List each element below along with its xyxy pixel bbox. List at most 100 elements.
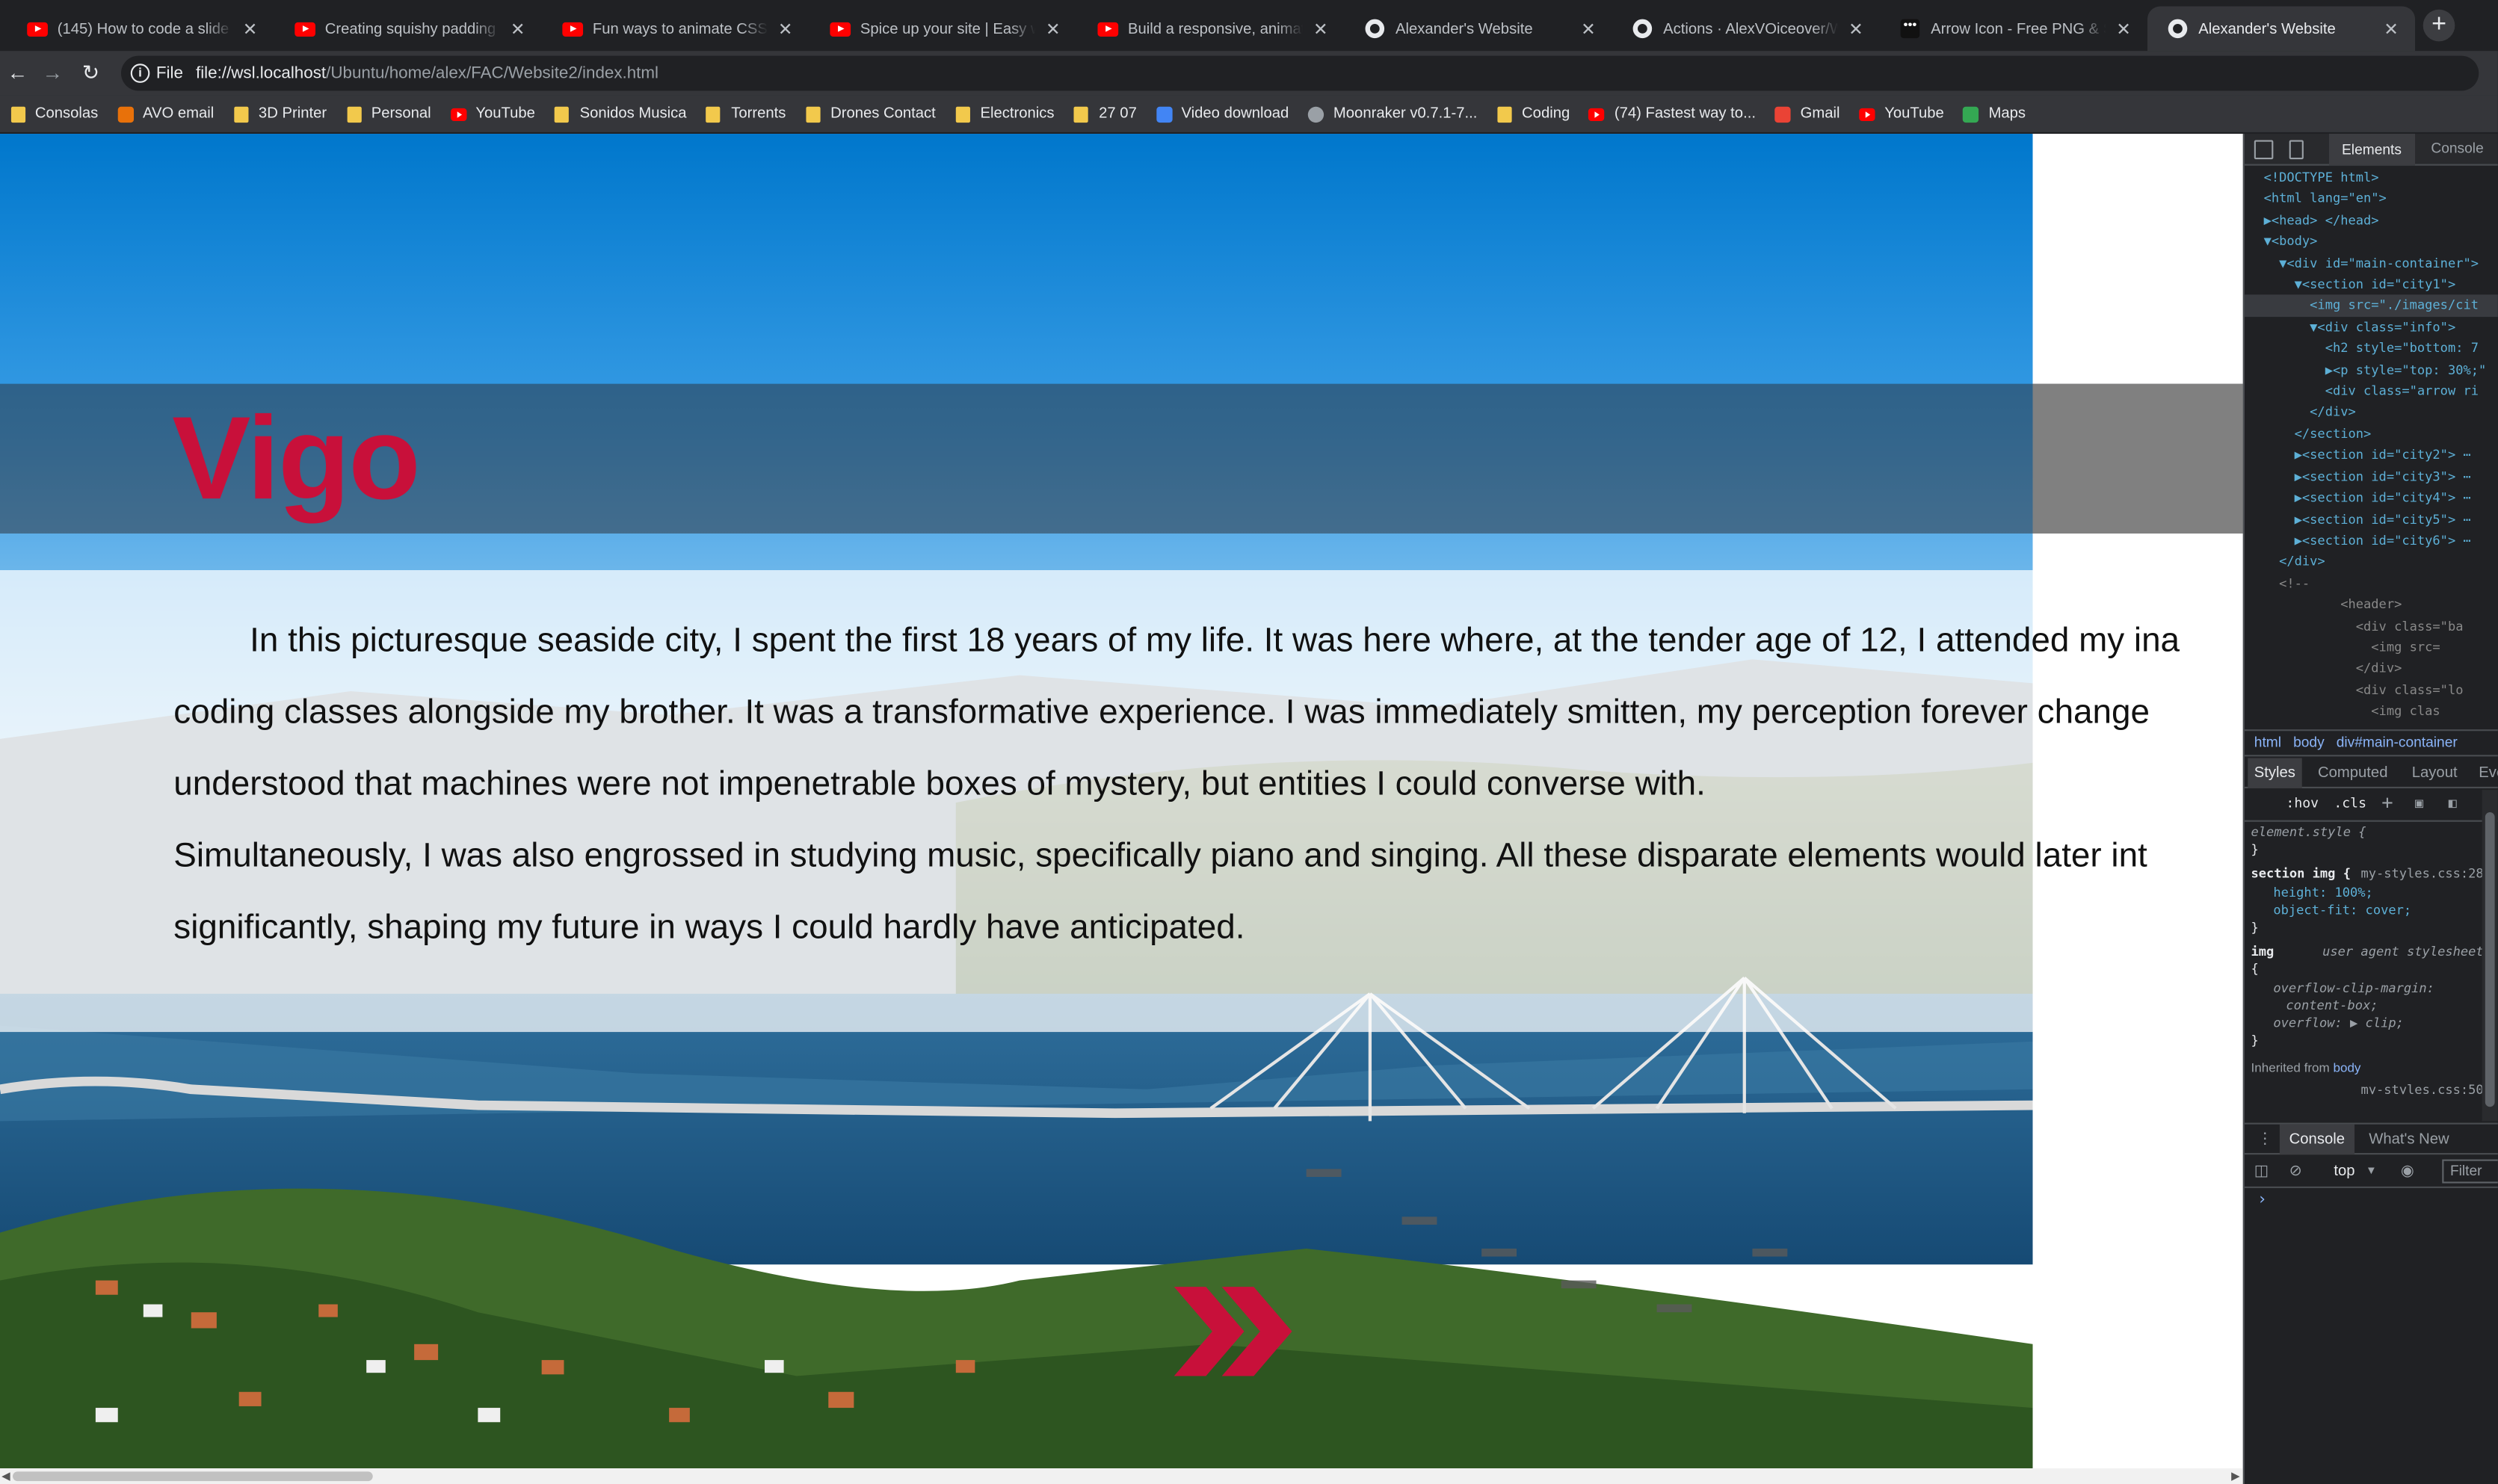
rule1-prop[interactable]: object-fit: cover;: [2273, 903, 2411, 917]
dom-node[interactable]: ▶<section id="city3"> ⋯: [2245, 466, 2498, 488]
bookmark-item[interactable]: Coding: [1496, 105, 1570, 123]
tab-elements[interactable]: Elements: [2328, 134, 2415, 166]
inspect-icon[interactable]: [2254, 140, 2274, 160]
bookmark-item[interactable]: Maps: [1963, 105, 2026, 123]
hov-toggle[interactable]: :hov: [2286, 797, 2319, 812]
bookmark-item[interactable]: Video download: [1156, 105, 1289, 123]
tab-computed[interactable]: Computed: [2318, 764, 2387, 782]
dom-node[interactable]: ▼<div class="info">: [2245, 317, 2498, 338]
reload-icon[interactable]: ↻: [76, 59, 105, 87]
bookmark-item[interactable]: YouTube: [450, 105, 535, 123]
tab-whats-new[interactable]: What's New: [2369, 1131, 2449, 1148]
address-bar[interactable]: i File file://wsl.localhost/Ubuntu/home/…: [120, 55, 2479, 91]
browser-tab[interactable]: Actions · AlexVOiceover/Websit ✕: [1612, 7, 1880, 52]
cls-toggle[interactable]: .cls: [2334, 797, 2366, 812]
close-tab-icon[interactable]: ✕: [507, 19, 529, 40]
eye-icon[interactable]: ◉: [2401, 1163, 2414, 1180]
scrollbar-thumb[interactable]: [13, 1471, 373, 1482]
rule1-source-link[interactable]: my-styles.css:28: [2360, 865, 2483, 883]
browser-tab[interactable]: ••• Arrow Icon - Free PNG & SVG 3 ✕: [1880, 7, 2147, 52]
context-select[interactable]: top: [2334, 1163, 2354, 1180]
bookmark-item[interactable]: Electronics: [955, 105, 1054, 123]
rule3-source-link[interactable]: my-styles.css:50: [2360, 1080, 2483, 1094]
dom-node[interactable]: <html lang="en">: [2245, 188, 2498, 210]
close-tab-icon[interactable]: ✕: [1577, 19, 1600, 40]
dom-node[interactable]: ▶<head> </head>: [2245, 210, 2498, 232]
forward-arrow-icon[interactable]: →: [38, 59, 67, 87]
bookmark-item[interactable]: Consolas: [10, 105, 98, 123]
browser-tab[interactable]: Creating squishy padding and f ✕: [274, 7, 542, 52]
scroll-left-arrow-icon[interactable]: ◀: [1, 1470, 10, 1483]
bookmark-item[interactable]: Gmail: [1774, 105, 1840, 123]
horizontal-scrollbar[interactable]: ◀ ▶: [0, 1468, 2243, 1484]
rule1-prop[interactable]: height: 100%;: [2273, 885, 2372, 899]
bookmark-item[interactable]: AVO email: [117, 105, 214, 123]
dom-node[interactable]: alt="Circle">: [2245, 723, 2498, 728]
dom-node[interactable]: </section>: [2245, 424, 2498, 445]
bookmark-item[interactable]: Torrents: [706, 105, 786, 123]
dom-node[interactable]: ▶<p style="top: 30%;": [2245, 359, 2498, 381]
dom-node[interactable]: <h2 style="bottom: 7: [2245, 338, 2498, 359]
dom-node[interactable]: <div class="ba: [2245, 616, 2498, 637]
bookmark-item[interactable]: 3D Printer: [233, 105, 327, 123]
bookmark-item[interactable]: Moonraker v0.7.1-7...: [1307, 105, 1477, 123]
dom-node[interactable]: <div class="lo: [2245, 680, 2498, 702]
add-rule-icon[interactable]: +: [2381, 791, 2393, 814]
double-chevron-right-icon[interactable]: [1171, 1284, 1299, 1379]
back-arrow-icon[interactable]: ←: [3, 59, 31, 87]
dom-node[interactable]: </div>: [2245, 551, 2498, 573]
console-filter-input[interactable]: Filter: [2442, 1159, 2498, 1184]
sidebar-icon[interactable]: ◫: [2254, 1163, 2269, 1180]
bookmark-item[interactable]: Drones Contact: [805, 105, 936, 123]
device-toolbar-icon[interactable]: [2289, 140, 2304, 160]
close-tab-icon[interactable]: ✕: [1845, 19, 1867, 40]
bookmark-item[interactable]: 27 07: [1073, 105, 1137, 123]
close-tab-icon[interactable]: ✕: [774, 19, 797, 40]
styles-scrollbar-thumb[interactable]: [2485, 811, 2495, 1107]
dom-node[interactable]: </div>: [2245, 402, 2498, 424]
dom-node[interactable]: ▶<section id="city4"> ⋯: [2245, 487, 2498, 509]
dom-node[interactable]: <header>: [2245, 594, 2498, 616]
tab-styles[interactable]: Styles: [2248, 758, 2302, 788]
console-prompt[interactable]: ›: [2257, 1191, 2267, 1208]
close-tab-icon[interactable]: ✕: [1042, 19, 1064, 40]
dom-node[interactable]: </div>: [2245, 658, 2498, 680]
dom-node[interactable]: <img src="./images/cit: [2245, 295, 2498, 317]
tab-event-listeners[interactable]: Eve: [2479, 764, 2498, 782]
browser-tab[interactable]: Alexander's Website ✕: [2147, 6, 2416, 52]
new-tab-button[interactable]: +: [2423, 9, 2455, 42]
crumb-body[interactable]: body: [2293, 735, 2325, 750]
info-icon[interactable]: i: [130, 64, 150, 83]
dom-node[interactable]: <img clas: [2245, 701, 2498, 723]
dom-node[interactable]: ▼<div id="main-container">: [2245, 253, 2498, 274]
paint-icon[interactable]: ▣: [2415, 797, 2423, 812]
tab-drawer-console[interactable]: Console: [2279, 1124, 2354, 1155]
tab-layout[interactable]: Layout: [2412, 764, 2458, 782]
drawer-menu-icon[interactable]: ⋮: [2257, 1131, 2272, 1148]
dom-node[interactable]: ▶<section id="city6"> ⋯: [2245, 531, 2498, 552]
close-tab-icon[interactable]: ✕: [2380, 19, 2402, 40]
close-tab-icon[interactable]: ✕: [2112, 19, 2135, 40]
bookmark-item[interactable]: (74) Fastest way to...: [1588, 105, 1756, 123]
chevron-down-icon[interactable]: ▼: [2366, 1166, 2377, 1177]
scroll-right-arrow-icon[interactable]: ▶: [2231, 1470, 2239, 1483]
dom-node[interactable]: <img src=: [2245, 637, 2498, 658]
tab-console[interactable]: Console: [2431, 140, 2483, 156]
browser-tab[interactable]: (145) How to code a slide out n ✕: [7, 7, 274, 52]
bookmark-item[interactable]: Personal: [346, 105, 431, 123]
dom-node[interactable]: <!DOCTYPE html>: [2245, 167, 2498, 189]
bookmark-item[interactable]: YouTube: [1859, 105, 1944, 123]
dom-node[interactable]: <div class="arrow ri: [2245, 381, 2498, 403]
browser-tab[interactable]: Spice up your site | Easy waves ✕: [809, 7, 1077, 52]
inherited-from-link[interactable]: body: [2333, 1061, 2360, 1075]
close-tab-icon[interactable]: ✕: [239, 19, 262, 40]
styles-scrollbar[interactable]: [2482, 790, 2498, 1122]
browser-tab[interactable]: Alexander's Website ✕: [1345, 7, 1612, 52]
clear-console-icon[interactable]: ⊘: [2289, 1163, 2302, 1180]
sidebar-toggle-icon[interactable]: ◧: [2449, 797, 2457, 812]
crumb-main-container[interactable]: div#main-container: [2337, 735, 2458, 750]
browser-tab[interactable]: Build a responsive, animated, a ✕: [1077, 7, 1345, 52]
dom-node[interactable]: ▶<section id="city2"> ⋯: [2245, 445, 2498, 466]
dom-node[interactable]: ▶<section id="city5"> ⋯: [2245, 509, 2498, 531]
dom-node[interactable]: <!--: [2245, 573, 2498, 595]
